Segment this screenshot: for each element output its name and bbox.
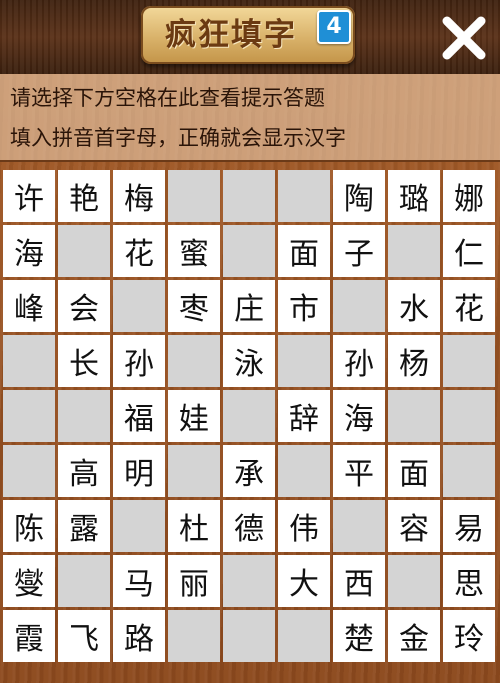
- grid-cell[interactable]: 杨: [388, 335, 440, 387]
- hint-text-select: 请选择下方空格在此查看提示答题: [10, 86, 325, 110]
- grid-cell[interactable]: 长: [58, 335, 110, 387]
- top-bar: 疯狂填字 4: [0, 0, 500, 74]
- grid-cell-blocked: [113, 280, 165, 332]
- grid-cell[interactable]: 子: [333, 225, 385, 277]
- grid-cell[interactable]: 海: [333, 390, 385, 442]
- grid-cell[interactable]: 楚: [333, 610, 385, 662]
- grid-cell[interactable]: 梅: [113, 170, 165, 222]
- grid-cell[interactable]: 高: [58, 445, 110, 497]
- grid-cell[interactable]: 玲: [443, 610, 495, 662]
- grid-cell-blocked: [333, 500, 385, 552]
- grid-cell[interactable]: 易: [443, 500, 495, 552]
- grid-cell[interactable]: 思: [443, 555, 495, 607]
- grid-cell[interactable]: 陈: [3, 500, 55, 552]
- grid-cell[interactable]: 伟: [278, 500, 330, 552]
- grid-cell[interactable]: 容: [388, 500, 440, 552]
- crossword-grid: 许艳梅陶璐娜海花蜜面子仁峰会枣庄市水花长孙泳孙杨福娃辞海高明承平面陈露杜德伟容易…: [3, 170, 495, 662]
- grid-cell[interactable]: 艳: [58, 170, 110, 222]
- grid-cell-blocked: [278, 610, 330, 662]
- grid-cell-blocked: [223, 390, 275, 442]
- grid-cell-blocked: [443, 390, 495, 442]
- grid-cell-blocked: [58, 390, 110, 442]
- grid-cell[interactable]: 会: [58, 280, 110, 332]
- grid-cell-blocked: [278, 335, 330, 387]
- grid-cell-blocked: [223, 610, 275, 662]
- grid-cell[interactable]: 市: [278, 280, 330, 332]
- grid-cell[interactable]: 杜: [168, 500, 220, 552]
- grid-cell-blocked: [333, 280, 385, 332]
- grid-cell[interactable]: 面: [278, 225, 330, 277]
- grid-cell[interactable]: 燮: [3, 555, 55, 607]
- grid-cell[interactable]: 海: [3, 225, 55, 277]
- grid-cell[interactable]: 枣: [168, 280, 220, 332]
- grid-cell[interactable]: 明: [113, 445, 165, 497]
- grid-cell[interactable]: 庄: [223, 280, 275, 332]
- grid-cell-blocked: [168, 445, 220, 497]
- grid-cell-blocked: [3, 335, 55, 387]
- grid-cell-blocked: [443, 335, 495, 387]
- grid-cell[interactable]: 娃: [168, 390, 220, 442]
- close-x-icon: [442, 16, 486, 60]
- grid-cell[interactable]: 辞: [278, 390, 330, 442]
- hint-text-pinyin: 填入拼音首字母，正确就会显示汉字: [10, 126, 346, 150]
- grid-cell-blocked: [3, 445, 55, 497]
- grid-cell[interactable]: 峰: [3, 280, 55, 332]
- grid-cell[interactable]: 西: [333, 555, 385, 607]
- grid-cell[interactable]: 花: [443, 280, 495, 332]
- grid-cell[interactable]: 路: [113, 610, 165, 662]
- grid-cell[interactable]: 孙: [113, 335, 165, 387]
- grid-cell-blocked: [388, 555, 440, 607]
- grid-cell[interactable]: 花: [113, 225, 165, 277]
- game-title: 疯狂填字: [165, 17, 297, 53]
- grid-cell[interactable]: 福: [113, 390, 165, 442]
- grid-cell-blocked: [168, 335, 220, 387]
- grid-cell[interactable]: 面: [388, 445, 440, 497]
- grid-cell-blocked: [168, 170, 220, 222]
- grid-cell[interactable]: 娜: [443, 170, 495, 222]
- hint-panel: 请选择下方空格在此查看提示答题 填入拼音首字母，正确就会显示汉字: [0, 74, 500, 162]
- close-button[interactable]: [438, 12, 490, 64]
- grid-cell-blocked: [58, 225, 110, 277]
- grid-cell-blocked: [168, 610, 220, 662]
- grid-cell[interactable]: 露: [58, 500, 110, 552]
- grid-cell-blocked: [223, 170, 275, 222]
- grid-cell[interactable]: 大: [278, 555, 330, 607]
- grid-cell-blocked: [3, 390, 55, 442]
- grid-cell-blocked: [278, 445, 330, 497]
- grid-cell[interactable]: 飞: [58, 610, 110, 662]
- grid-cell-blocked: [113, 500, 165, 552]
- grid-cell[interactable]: 许: [3, 170, 55, 222]
- grid-cell-blocked: [223, 555, 275, 607]
- grid-cell[interactable]: 水: [388, 280, 440, 332]
- grid-cell[interactable]: 蜜: [168, 225, 220, 277]
- grid-cell-blocked: [58, 555, 110, 607]
- grid-cell-blocked: [388, 390, 440, 442]
- grid-cell-blocked: [388, 225, 440, 277]
- grid-cell[interactable]: 平: [333, 445, 385, 497]
- grid-cell[interactable]: 承: [223, 445, 275, 497]
- grid-cell[interactable]: 丽: [168, 555, 220, 607]
- grid-cell[interactable]: 金: [388, 610, 440, 662]
- grid-cell-blocked: [278, 170, 330, 222]
- level-badge: 4: [317, 10, 351, 44]
- grid-cell[interactable]: 仁: [443, 225, 495, 277]
- grid-cell[interactable]: 陶: [333, 170, 385, 222]
- grid-cell-blocked: [443, 445, 495, 497]
- grid-cell[interactable]: 孙: [333, 335, 385, 387]
- grid-cell[interactable]: 泳: [223, 335, 275, 387]
- grid-cell[interactable]: 璐: [388, 170, 440, 222]
- grid-cell-blocked: [223, 225, 275, 277]
- title-plaque: 疯狂填字 4: [141, 6, 355, 64]
- grid-cell[interactable]: 霞: [3, 610, 55, 662]
- grid-cell[interactable]: 马: [113, 555, 165, 607]
- grid-cell[interactable]: 德: [223, 500, 275, 552]
